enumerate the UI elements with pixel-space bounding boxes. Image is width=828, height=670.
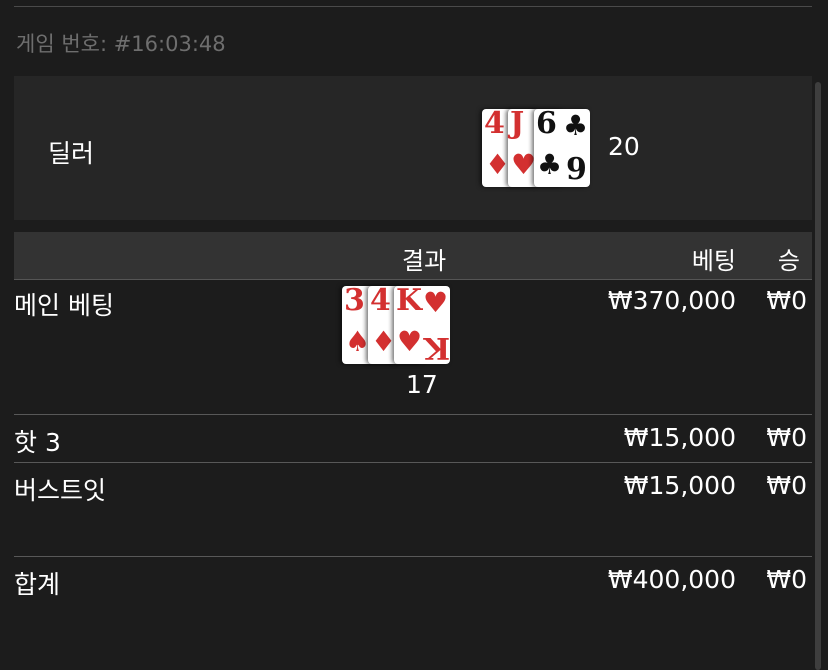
card-rank: 4 xyxy=(484,106,505,141)
header-result: 결과 xyxy=(402,247,447,275)
diamond-icon: ♦ xyxy=(371,325,397,358)
card-rank-bottom: 9 xyxy=(566,152,587,187)
dealer-total: 20 xyxy=(608,132,640,161)
total-label: 합계 xyxy=(14,570,61,599)
card-rank: 3 xyxy=(344,283,365,318)
club-icon: ♣ xyxy=(537,148,563,181)
main-win-amount: ₩0 xyxy=(766,286,807,315)
heart-icon: ♥ xyxy=(397,325,423,358)
card-rank-bottom: K xyxy=(424,330,451,365)
hot3-bet-amount: ₩15,000 xyxy=(623,423,736,452)
heart-icon: ♥ xyxy=(423,286,449,319)
main-bet-amount: ₩370,000 xyxy=(607,286,736,315)
bustit-bet-amount: ₩15,000 xyxy=(623,471,736,500)
bustit-win-amount: ₩0 xyxy=(766,471,807,500)
top-rule xyxy=(14,6,812,7)
club-icon: ♣ xyxy=(563,109,589,142)
header-bet: 베팅 xyxy=(691,247,736,275)
scrollbar[interactable] xyxy=(815,82,821,670)
bustit-label: 버스트잇 xyxy=(14,476,107,505)
card-rank: J xyxy=(510,106,525,141)
row-divider xyxy=(14,556,812,557)
spade-icon: ♠ xyxy=(345,325,371,358)
card-rank: 4 xyxy=(370,283,391,318)
dealer-card-3: 6 ♣ ♣ 9 xyxy=(534,106,590,187)
dealer-panel: 딜러 4 ♦ J ♥ 6 ♣ ♣ 9 20 xyxy=(14,76,812,220)
total-win-amount: ₩0 xyxy=(766,565,807,594)
main-bet-label: 메인 베팅 xyxy=(14,291,114,320)
player-card-3: K ♥ ♥ K xyxy=(394,283,451,365)
card-rank: K xyxy=(396,283,423,318)
dealer-label: 딜러 xyxy=(48,139,95,168)
heart-icon: ♥ xyxy=(511,148,537,181)
card-rank: 6 xyxy=(536,106,557,141)
results-table-header: 결과 베팅 승 xyxy=(14,232,812,280)
header-win: 승 xyxy=(777,247,800,275)
row-divider xyxy=(14,462,812,463)
diamond-icon: ♦ xyxy=(485,148,511,181)
player-cards: 3 ♠ 4 ♦ K ♥ ♥ K xyxy=(342,283,454,365)
total-bet-amount: ₩400,000 xyxy=(607,565,736,594)
hot3-label: 핫 3 xyxy=(14,428,61,457)
dealer-cards: 4 ♦ J ♥ 6 ♣ ♣ 9 xyxy=(482,106,594,187)
hot3-win-amount: ₩0 xyxy=(766,423,807,452)
row-divider xyxy=(14,414,812,415)
player-total: 17 xyxy=(406,370,438,399)
game-number: 게임 번호: #16:03:48 xyxy=(16,32,226,56)
